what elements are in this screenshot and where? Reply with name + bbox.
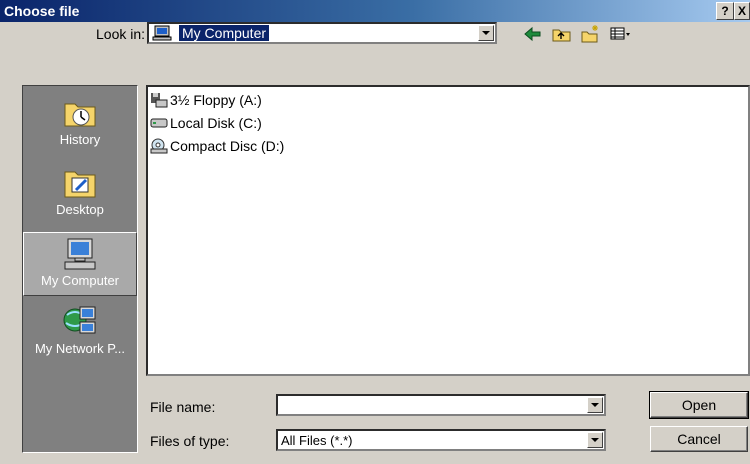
file-name: Local Disk (C:) [170,115,262,131]
places-label: Desktop [56,202,104,217]
cd-drive-icon [150,138,168,154]
file-name: Compact Disc (D:) [170,138,285,154]
places-my-network[interactable]: My Network P... [23,301,137,365]
floppy-drive-icon [150,92,168,108]
places-history[interactable]: History [23,92,137,156]
look-in-dropdown[interactable]: My Computer [147,22,497,44]
list-item[interactable]: Compact Disc (D:) [150,137,284,155]
places-bar: History Desktop My Computer My Network P… [22,85,138,453]
new-folder-icon[interactable] [579,24,601,44]
file-name-label: File name: [150,399,216,415]
view-menu-icon[interactable] [609,24,631,44]
file-type-select[interactable]: All Files (*.*) [276,429,606,451]
file-name: 3½ Floppy (A:) [170,92,262,108]
places-desktop[interactable]: Desktop [23,162,137,226]
file-name-dropdown-arrow[interactable] [587,397,603,413]
places-my-computer[interactable]: My Computer [23,232,137,296]
list-item[interactable]: Local Disk (C:) [150,114,262,132]
network-icon [62,305,98,339]
file-name-input[interactable] [276,394,606,416]
title-bar: Choose file ? X [0,0,750,22]
window-title: Choose file [4,3,80,19]
look-in-dropdown-arrow[interactable] [478,25,494,41]
back-icon[interactable] [522,24,544,44]
file-list[interactable]: 3½ Floppy (A:) Local Disk (C:) Compact D… [146,85,750,376]
help-button[interactable]: ? [716,2,734,20]
file-type-value: All Files (*.*) [281,433,353,448]
file-type-label: Files of type: [150,433,230,449]
places-label: My Computer [40,273,120,288]
look-in-value: My Computer [177,24,271,42]
look-in-label: Look in: [96,26,146,42]
places-label: My Network P... [34,341,126,356]
open-button[interactable]: Open [649,391,749,419]
list-item[interactable]: 3½ Floppy (A:) [150,91,262,109]
history-icon [62,96,98,130]
my-computer-icon [152,25,172,41]
up-folder-icon[interactable] [551,24,573,44]
cancel-button[interactable]: Cancel [650,426,748,452]
places-label: History [59,132,101,147]
hard-disk-icon [150,115,168,131]
desktop-icon [62,166,98,200]
file-type-dropdown-arrow[interactable] [587,432,603,448]
close-button[interactable]: X [734,2,750,20]
my-computer-icon [62,237,98,271]
